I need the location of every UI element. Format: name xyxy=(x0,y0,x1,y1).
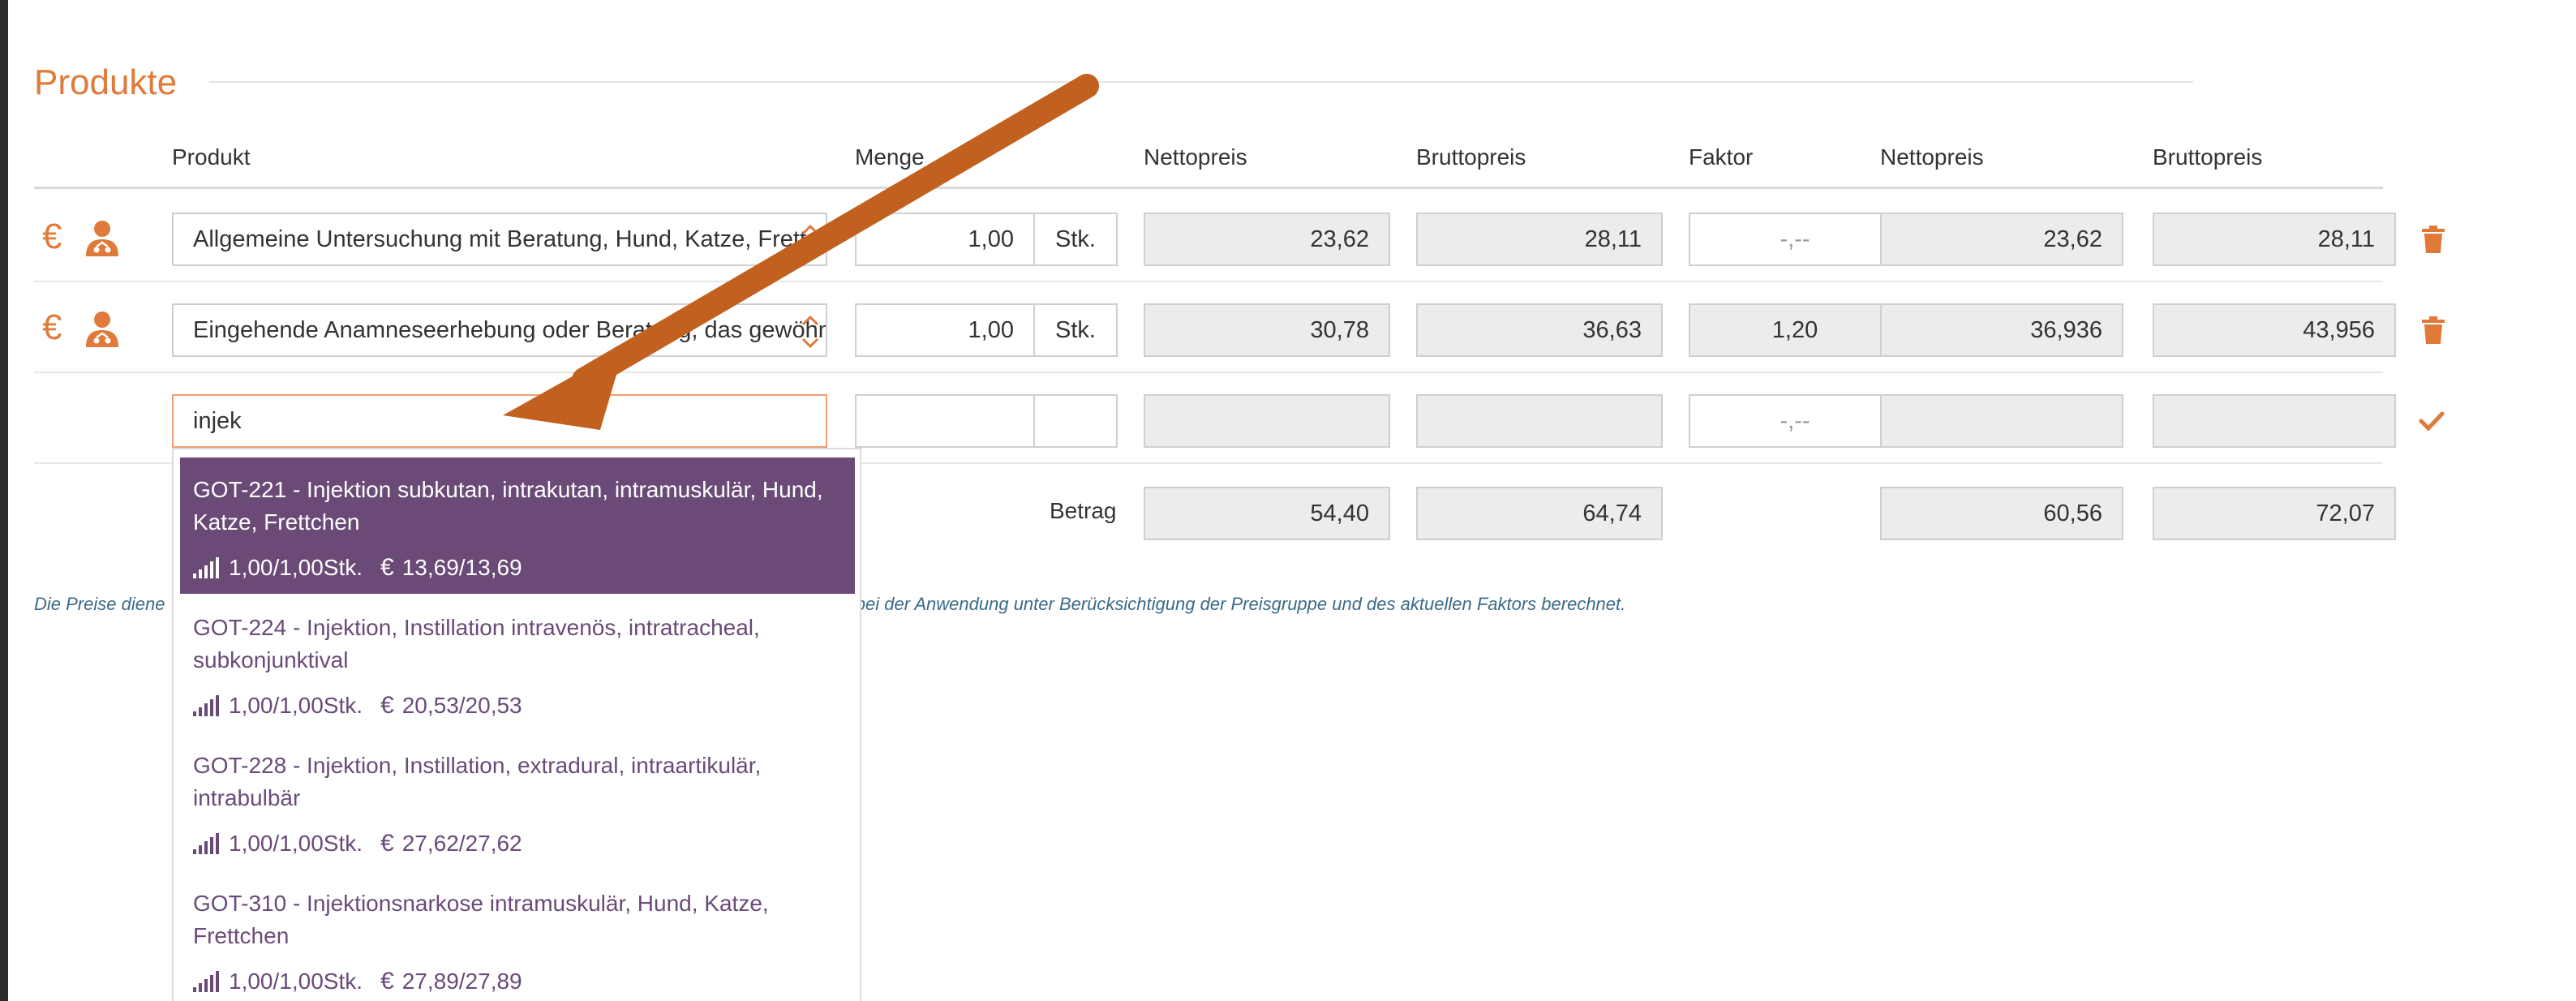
suggestion-item[interactable]: GOT-221 - Injektion subkutan, intrakutan… xyxy=(180,458,855,594)
menge-input[interactable]: 1,00 xyxy=(855,303,1035,357)
suggestion-item[interactable]: GOT-228 - Injektion, Instillation, extra… xyxy=(180,733,855,871)
euro-icon: € xyxy=(380,554,394,581)
euro-icon: € xyxy=(380,830,394,857)
window-edge xyxy=(0,0,8,1001)
header-nettopreis-total: Nettopreis xyxy=(1880,144,1984,170)
header-menge: Menge xyxy=(855,144,925,170)
trash-icon[interactable] xyxy=(2422,316,2445,344)
euro-icon: € xyxy=(380,968,394,995)
nettopreis-field-new xyxy=(1144,394,1390,448)
nettopreis-field: 30,78 xyxy=(1144,303,1390,357)
faktor-input[interactable]: -,-- xyxy=(1689,213,1901,266)
signal-bars-icon xyxy=(193,557,219,578)
vet-person-icon[interactable] xyxy=(84,310,120,349)
title-divider xyxy=(209,81,2193,83)
suggestion-price: 20,53/20,53 xyxy=(401,693,522,718)
bruttopreis-total-field: 43,956 xyxy=(2153,303,2396,357)
suggestion-qty: 1,00/1,00Stk. xyxy=(229,831,363,856)
suggestion-price: 13,69/13,69 xyxy=(401,555,522,580)
menge-input-new[interactable] xyxy=(855,394,1035,448)
bruttopreis-total-field-new xyxy=(2153,394,2396,448)
euro-icon[interactable]: € xyxy=(42,213,71,261)
header-nettopreis: Nettopreis xyxy=(1144,144,1247,170)
suggestion-qty: 1,00/1,00Stk. xyxy=(229,969,363,994)
signal-bars-icon xyxy=(193,833,219,854)
unit-field[interactable]: Stk. xyxy=(1033,303,1118,357)
section-title: Produkte xyxy=(34,62,178,102)
betrag-netto: 54,40 xyxy=(1144,487,1390,540)
price-note-end: en erst bei der Anwendung unter Berücksi… xyxy=(796,594,1626,614)
product-suggestions-dropdown[interactable]: GOT-221 - Injektion subkutan, intrakutan… xyxy=(172,448,861,1001)
betrag-brutto: 64,74 xyxy=(1416,487,1663,540)
product-select[interactable]: Eingehende Anamneseerhebung oder Beratun… xyxy=(172,303,827,357)
signal-bars-icon xyxy=(193,971,219,992)
row-divider xyxy=(34,281,2383,282)
suggestion-item[interactable]: GOT-310 - Injektionsnarkose intramuskulä… xyxy=(180,871,855,1001)
header-produkt: Produkt xyxy=(172,144,251,170)
faktor-input-new[interactable]: -,-- xyxy=(1689,394,1901,448)
header-faktor: Faktor xyxy=(1689,144,1754,170)
nettopreis-total-field: 23,62 xyxy=(1880,213,2123,266)
nettopreis-total-field-new xyxy=(1880,394,2123,448)
vet-person-icon[interactable] xyxy=(84,219,120,258)
suggestion-item[interactable]: GOT-224 - Injektion, Instillation intrav… xyxy=(180,595,855,733)
suggestion-price: 27,89/27,89 xyxy=(401,969,522,994)
euro-icon[interactable]: € xyxy=(42,303,71,352)
betrag-label: Betrag xyxy=(1050,498,1117,523)
checkmark-icon[interactable] xyxy=(2419,410,2445,432)
faktor-field: 1,20 xyxy=(1689,303,1901,357)
bruttopreis-field-new xyxy=(1416,394,1663,448)
product-select-value: Eingehende Anamneseerhebung oder Beratun… xyxy=(193,317,826,343)
nettopreis-total-field: 36,936 xyxy=(1880,303,2123,357)
bruttopreis-total-field: 28,11 xyxy=(2153,213,2396,266)
suggestion-name: GOT-224 - Injektion, Instillation intrav… xyxy=(193,615,760,672)
select-arrows-icon xyxy=(801,315,819,349)
betrag-netto-total: 60,56 xyxy=(1880,487,2123,540)
suggestion-qty: 1,00/1,00Stk. xyxy=(229,693,363,718)
bruttopreis-field: 28,11 xyxy=(1416,213,1663,266)
signal-bars-icon xyxy=(193,695,219,716)
header-divider xyxy=(34,187,2383,189)
product-search-input[interactable]: injek xyxy=(172,394,827,448)
select-arrows-icon xyxy=(801,224,819,258)
bruttopreis-field: 36,63 xyxy=(1416,303,1663,357)
suggestion-name: GOT-228 - Injektion, Instillation, extra… xyxy=(193,753,762,810)
row-divider xyxy=(34,372,2383,373)
product-select-value: Allgemeine Untersuchung mit Beratung, Hu… xyxy=(193,226,827,252)
header-bruttopreis: Bruttopreis xyxy=(1416,144,1526,170)
product-select[interactable]: Allgemeine Untersuchung mit Beratung, Hu… xyxy=(172,213,827,266)
trash-icon[interactable] xyxy=(2422,226,2445,253)
unit-field-new[interactable] xyxy=(1033,394,1118,448)
suggestion-name: GOT-221 - Injektion subkutan, intrakutan… xyxy=(193,477,823,535)
betrag-brutto-total: 72,07 xyxy=(2153,487,2396,540)
suggestion-price: 27,62/27,62 xyxy=(401,831,522,856)
menge-input[interactable]: 1,00 xyxy=(855,213,1035,266)
header-bruttopreis-total: Bruttopreis xyxy=(2153,144,2263,170)
euro-icon: € xyxy=(380,692,394,719)
unit-field[interactable]: Stk. xyxy=(1033,213,1118,266)
nettopreis-field: 23,62 xyxy=(1144,213,1390,266)
suggestion-name: GOT-310 - Injektionsnarkose intramuskulä… xyxy=(193,891,769,948)
price-note-start: Die Preise diene xyxy=(34,594,165,614)
suggestion-qty: 1,00/1,00Stk. xyxy=(229,555,363,580)
